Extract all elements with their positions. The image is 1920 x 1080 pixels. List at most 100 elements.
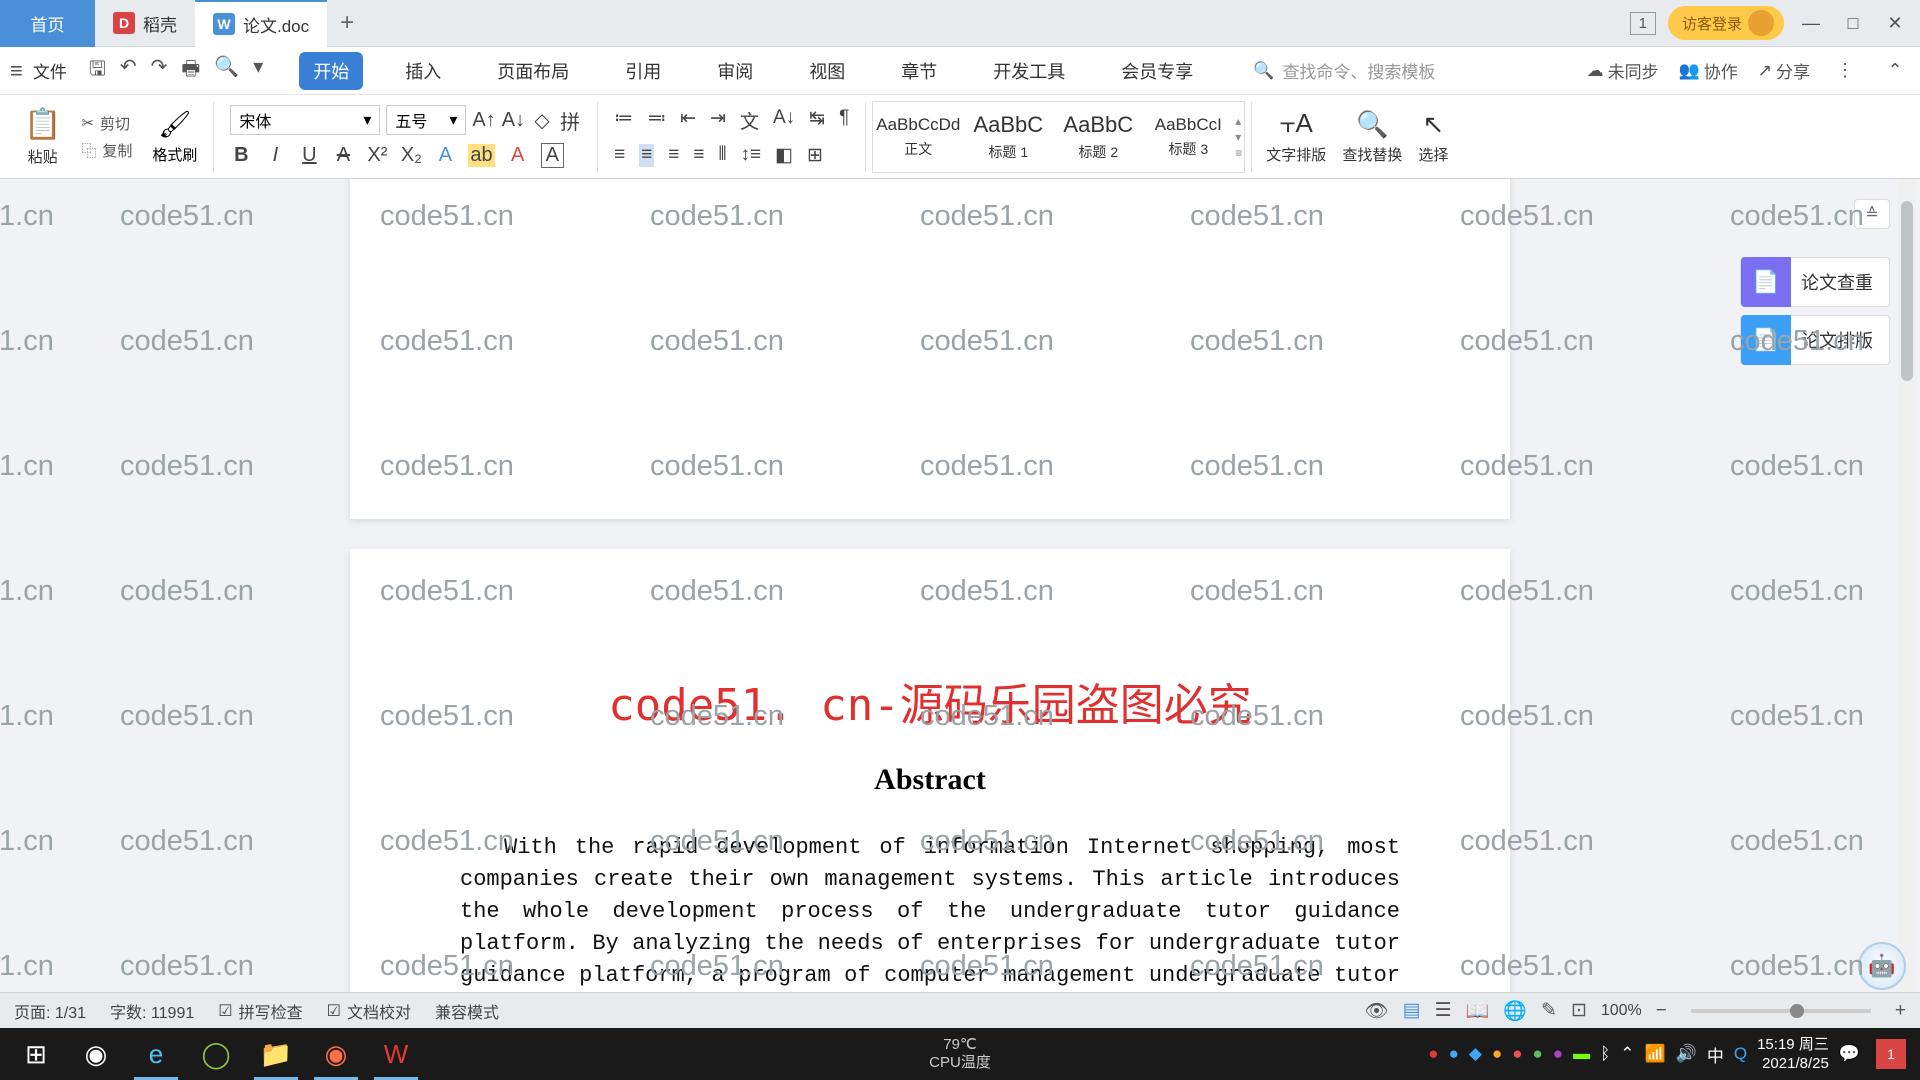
italic-button[interactable]: I: [264, 144, 286, 167]
page-indicator[interactable]: 页面: 1/31: [14, 999, 86, 1023]
tab-page-layout[interactable]: 页面布局: [483, 52, 583, 90]
print-preview-icon[interactable]: 🔍: [214, 54, 239, 88]
collab-button[interactable]: 👥 协作: [1679, 58, 1738, 83]
tab-chapter[interactable]: 章节: [887, 52, 951, 90]
tab-insert[interactable]: 插入: [391, 52, 455, 90]
tab-home[interactable]: 首页: [0, 0, 95, 47]
asian-layout-icon[interactable]: 文: [740, 107, 759, 134]
clock[interactable]: 15:19 周三 2021/8/25: [1757, 1035, 1829, 1074]
highlight-button[interactable]: ab: [468, 144, 494, 167]
align-center-icon[interactable]: ≡: [639, 144, 654, 167]
wps-icon[interactable]: W: [366, 1028, 426, 1080]
superscript-button[interactable]: X²: [366, 144, 388, 167]
wifi-icon[interactable]: 📶: [1645, 1044, 1666, 1064]
line-spacing-icon[interactable]: ↕≡: [740, 144, 761, 167]
app-orange-icon[interactable]: ◉: [306, 1028, 366, 1080]
tab-developer[interactable]: 开发工具: [979, 52, 1079, 90]
plagiarism-check-button[interactable]: 📄 论文查重: [1740, 257, 1890, 307]
style-heading2[interactable]: AaBbC标题 2: [1055, 104, 1141, 170]
zoom-in-button[interactable]: +: [1895, 1000, 1906, 1022]
tray-chevron-icon[interactable]: ⌃: [1620, 1044, 1634, 1064]
vertical-scrollbar[interactable]: [1898, 179, 1916, 992]
window-count-badge[interactable]: 1: [1630, 12, 1656, 35]
font-size-select[interactable]: 五号▾: [386, 105, 466, 135]
guest-login-button[interactable]: 访客登录: [1668, 6, 1784, 40]
text-effects-button[interactable]: A: [434, 144, 456, 167]
document-area[interactable]: code51. cn-源码乐园盗图必究 Abstract With the ra…: [0, 179, 1920, 992]
shading-icon[interactable]: ◧: [775, 144, 793, 167]
shrink-font-icon[interactable]: A↓: [502, 109, 525, 132]
clear-format-icon[interactable]: ◇: [531, 108, 553, 133]
zoom-out-button[interactable]: −: [1656, 1000, 1667, 1022]
hamburger-icon[interactable]: ≡: [10, 58, 23, 84]
word-count[interactable]: 字数: 11991: [110, 999, 194, 1023]
subscript-button[interactable]: X₂: [400, 144, 422, 167]
undo-icon[interactable]: ↶: [120, 54, 137, 88]
copy-button[interactable]: ⿻复制: [81, 140, 132, 161]
zoom-slider[interactable]: [1691, 1009, 1871, 1013]
zoom-knob[interactable]: [1790, 1004, 1804, 1018]
tab-daoker[interactable]: D 稻壳: [95, 0, 195, 47]
number-list-icon[interactable]: ≕: [647, 107, 666, 134]
doc-proof[interactable]: ☑文档校对: [327, 999, 411, 1023]
tray-app-7[interactable]: ●: [1553, 1044, 1563, 1064]
outline-view-icon[interactable]: ☰: [1435, 999, 1452, 1022]
sort-icon[interactable]: A↓: [773, 107, 795, 134]
borders-icon[interactable]: ⊞: [807, 144, 823, 167]
align-right-icon[interactable]: ≡: [668, 144, 679, 167]
minimize-button[interactable]: —: [1796, 8, 1826, 38]
align-left-icon[interactable]: ≡: [614, 144, 625, 167]
page-view-icon[interactable]: ▤: [1403, 999, 1421, 1022]
start-button[interactable]: ⊞: [6, 1028, 66, 1080]
paper-format-button[interactable]: 📄 论文排版: [1740, 315, 1890, 365]
zoom-label[interactable]: 100%: [1601, 1002, 1642, 1020]
tray-app-2[interactable]: ●: [1449, 1044, 1459, 1064]
justify-icon[interactable]: ≡: [693, 144, 704, 167]
tray-app-5[interactable]: ●: [1512, 1044, 1522, 1064]
web-view-icon[interactable]: 🌐: [1503, 999, 1527, 1023]
tab-review[interactable]: 审阅: [703, 52, 767, 90]
notifications-icon[interactable]: 💬: [1839, 1044, 1860, 1064]
show-marks-icon[interactable]: ¶: [839, 107, 849, 134]
find-replace-button[interactable]: 🔍 查找替换: [1334, 109, 1410, 165]
tab-add-button[interactable]: +: [327, 9, 367, 37]
notification-badge[interactable]: 1: [1876, 1039, 1906, 1069]
cpu-temp-widget[interactable]: 79℃ CPU温度: [929, 1036, 991, 1072]
scrollbar-thumb[interactable]: [1901, 201, 1913, 381]
font-color-button[interactable]: A: [507, 144, 529, 167]
tab-view[interactable]: 视图: [795, 52, 859, 90]
distribute-icon[interactable]: ⫴: [718, 144, 726, 167]
tray-q-icon[interactable]: Q: [1734, 1044, 1747, 1064]
print-icon[interactable]: 🖶: [181, 54, 200, 88]
close-button[interactable]: ✕: [1880, 8, 1910, 38]
style-heading3[interactable]: AaBbCcI标题 3: [1145, 104, 1231, 170]
bluetooth-icon[interactable]: ᛒ: [1600, 1044, 1610, 1064]
zoom-fit-icon[interactable]: ⊡: [1571, 999, 1587, 1022]
tab-start[interactable]: 开始: [299, 52, 363, 90]
char-border-button[interactable]: A: [541, 143, 564, 168]
font-name-select[interactable]: 宋体▾: [230, 105, 380, 135]
bold-button[interactable]: B: [230, 144, 252, 167]
tab-document[interactable]: W 论文.doc: [195, 0, 327, 47]
ie-icon[interactable]: e: [126, 1028, 186, 1080]
browser-icon[interactable]: ◯: [186, 1028, 246, 1080]
volume-icon[interactable]: 🔊: [1676, 1044, 1697, 1064]
phonetic-icon[interactable]: 拼: [559, 106, 581, 135]
format-painter-button[interactable]: 🖌 格式刷: [152, 109, 197, 165]
share-button[interactable]: ↗ 分享: [1758, 58, 1810, 83]
decrease-indent-icon[interactable]: ⇤: [680, 107, 696, 134]
tray-app-6[interactable]: ●: [1533, 1044, 1543, 1064]
cut-button[interactable]: ✂剪切: [81, 113, 132, 134]
save-icon[interactable]: 🖫: [89, 54, 106, 88]
select-button[interactable]: ↖ 选择: [1410, 109, 1456, 165]
bullet-list-icon[interactable]: ≔: [614, 107, 633, 134]
ribbon-options-icon[interactable]: ⋮: [1830, 56, 1860, 86]
grow-font-icon[interactable]: A↑: [472, 109, 495, 132]
text-layout-button[interactable]: ⫟A 文字排版: [1258, 108, 1334, 165]
tray-app-4[interactable]: ●: [1492, 1044, 1502, 1064]
style-normal[interactable]: AaBbCcDd正文: [875, 104, 961, 170]
collapse-ribbon-icon[interactable]: ⌃: [1880, 56, 1910, 86]
tab-reference[interactable]: 引用: [611, 52, 675, 90]
sync-status[interactable]: ☁ 未同步: [1587, 58, 1659, 83]
tray-nvidia-icon[interactable]: ▬: [1573, 1044, 1590, 1064]
